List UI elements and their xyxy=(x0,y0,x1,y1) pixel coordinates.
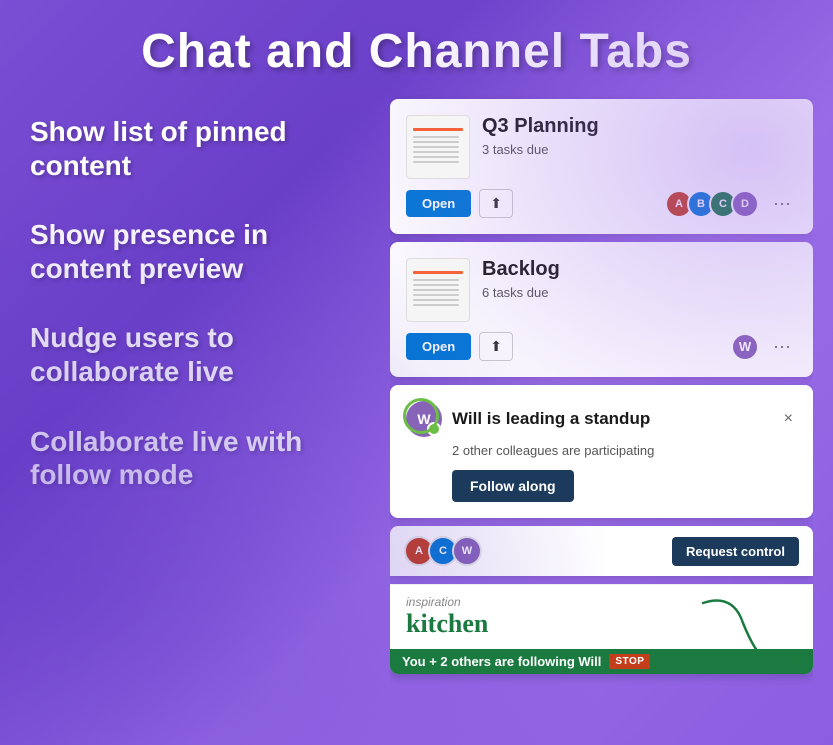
backlog-more-button[interactable]: ··· xyxy=(767,334,797,359)
backlog-card: Backlog 6 tasks due Open ⬆ W ··· xyxy=(390,242,813,377)
backlog-avatar-group: W xyxy=(731,333,759,361)
standup-close-button[interactable]: × xyxy=(780,408,797,430)
q3-thumbnail xyxy=(406,115,470,179)
q3-open-button[interactable]: Open xyxy=(406,190,471,217)
q3-card-top: Q3 Planning 3 tasks due xyxy=(406,115,797,179)
live-avatar-3: W xyxy=(452,536,482,566)
standup-header: W Will is leading a standup × xyxy=(406,401,797,437)
backlog-share-button[interactable]: ⬆ xyxy=(479,332,513,361)
q3-info: Q3 Planning 3 tasks due xyxy=(482,115,797,157)
q3-title: Q3 Planning xyxy=(482,115,797,138)
backlog-card-bottom: Open ⬆ W ··· xyxy=(406,332,797,361)
live-bar: A C W Request control xyxy=(390,526,813,576)
standup-card: W Will is leading a standup × 2 other co… xyxy=(390,385,813,518)
share-icon: ⬆ xyxy=(490,195,502,211)
feature-nudge: Nudge users to collaborate live xyxy=(30,321,370,388)
share-icon: ⬆ xyxy=(490,338,502,354)
backlog-title: Backlog xyxy=(482,258,797,281)
main-layout: Show list of pinned content Show presenc… xyxy=(0,95,833,740)
q3-card-bottom: Open ⬆ A B C D ··· xyxy=(406,189,797,218)
follow-banner: You + 2 others are following Will STOP xyxy=(390,649,813,674)
backlog-card-top: Backlog 6 tasks due xyxy=(406,258,797,322)
feature-list: Show list of pinned content Show presenc… xyxy=(30,95,370,740)
avatar-4: D xyxy=(731,190,759,218)
q3-planning-card: Q3 Planning 3 tasks due Open ⬆ A B C D ·… xyxy=(390,99,813,234)
backlog-open-button[interactable]: Open xyxy=(406,333,471,360)
live-avatars: A C W xyxy=(404,536,482,566)
follow-banner-text: You + 2 others are following Will xyxy=(402,654,601,669)
stop-badge[interactable]: STOP xyxy=(609,654,650,669)
feature-presence: Show presence in content preview xyxy=(30,218,370,285)
wb-inspiration-text: inspiration xyxy=(406,595,461,609)
q3-avatar-group: A B C D xyxy=(665,190,759,218)
presence-ring xyxy=(403,398,439,434)
q3-share-button[interactable]: ⬆ xyxy=(479,189,513,218)
follow-along-button[interactable]: Follow along xyxy=(452,470,574,502)
standup-avatar-wrapper: W xyxy=(406,401,442,437)
cards-panel: Q3 Planning 3 tasks due Open ⬆ A B C D ·… xyxy=(390,95,813,740)
whiteboard-preview: inspiration kitchen You + 2 others are f… xyxy=(390,584,813,674)
request-control-button[interactable]: Request control xyxy=(672,537,799,566)
q3-subtitle: 3 tasks due xyxy=(482,142,797,157)
standup-body: 2 other colleagues are participating xyxy=(406,443,797,458)
backlog-avatar: W xyxy=(731,333,759,361)
wb-kitchen-text: kitchen xyxy=(406,609,488,639)
feature-pinned: Show list of pinned content xyxy=(30,115,370,182)
backlog-info: Backlog 6 tasks due xyxy=(482,258,797,300)
feature-follow: Collaborate live with follow mode xyxy=(30,425,370,492)
standup-title: Will is leading a standup xyxy=(452,409,770,429)
q3-more-button[interactable]: ··· xyxy=(767,191,797,216)
backlog-subtitle: 6 tasks due xyxy=(482,285,797,300)
backlog-thumbnail xyxy=(406,258,470,322)
page-title: Chat and Channel Tabs xyxy=(0,0,833,95)
